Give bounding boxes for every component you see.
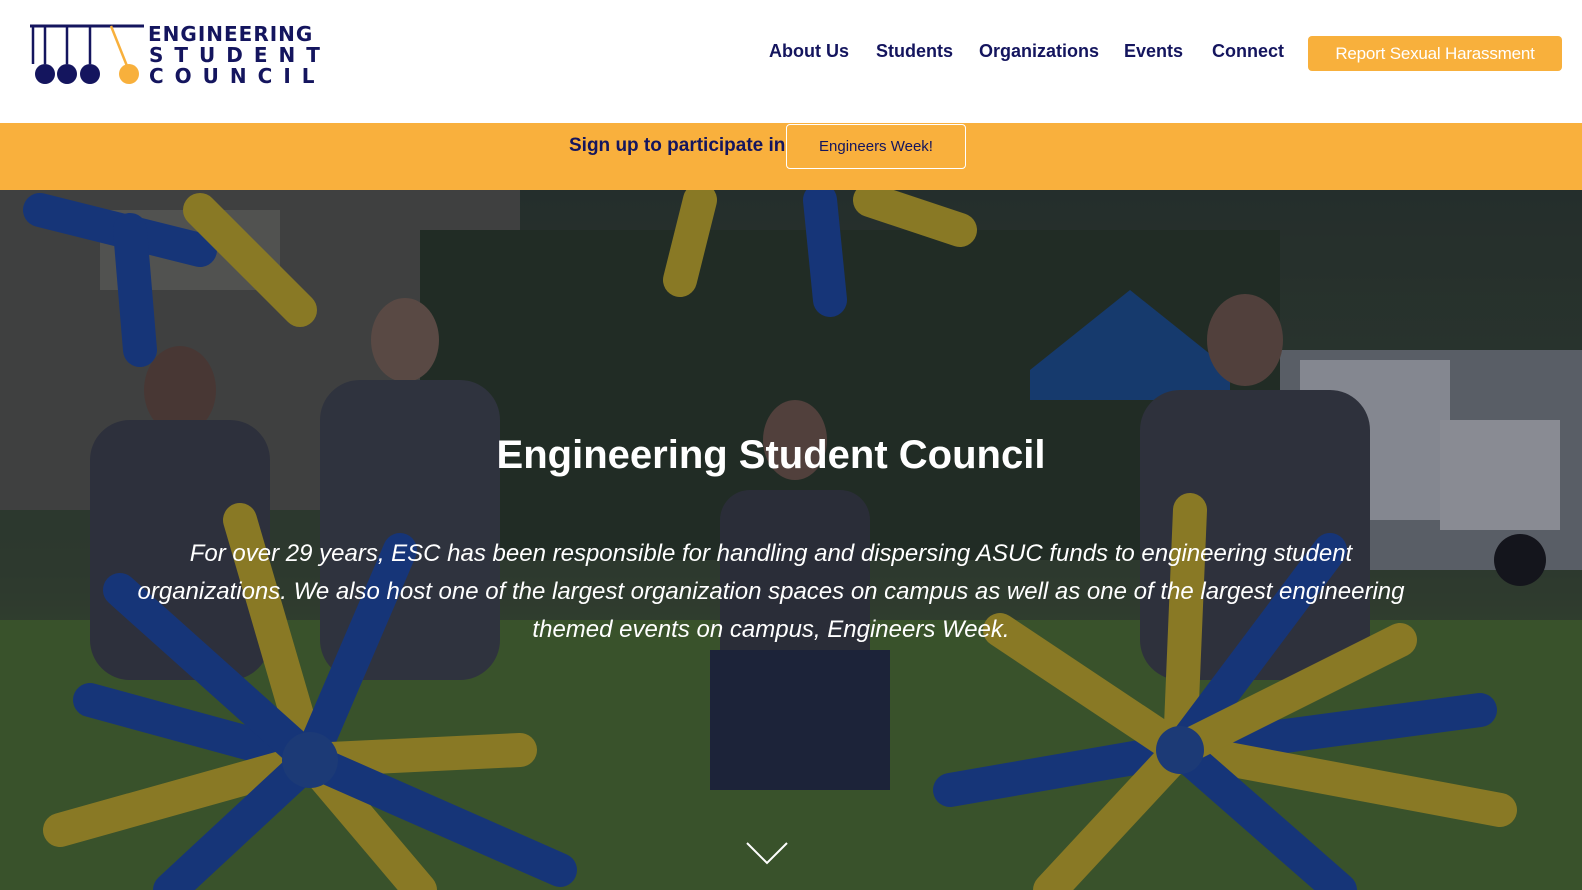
nav-connect[interactable]: Connect [1212, 41, 1284, 62]
chevron-down-icon[interactable] [745, 841, 789, 865]
banner-text: Sign up to participate in [569, 135, 786, 156]
nav-about-us[interactable]: About Us [769, 41, 849, 62]
logo-line-council: COUNCIL [149, 64, 326, 88]
hero-description: For over 29 years, ESC has been responsi… [137, 540, 1405, 643]
logo-wordmark: ENGINEERING STUDENT COUNCIL [148, 24, 331, 87]
pendulum-logo-icon [30, 24, 144, 84]
announcement-banner: Sign up to participate in Engineers Week… [0, 123, 1582, 190]
logo-line-student: STUDENT [149, 43, 331, 67]
esc-logo[interactable]: ENGINEERING STUDENT COUNCIL [30, 24, 320, 90]
nav-students[interactable]: Students [876, 41, 953, 62]
hero-section: Engineering Student Council For over 29 … [0, 190, 1582, 890]
logo-line-engineering: ENGINEERING [148, 22, 314, 46]
site-header: ENGINEERING STUDENT COUNCIL About Us Stu… [0, 0, 1582, 123]
hero-title: Engineering Student Council [496, 433, 1046, 477]
engineers-week-button[interactable]: Engineers Week! [786, 124, 966, 169]
nav-events[interactable]: Events [1124, 41, 1183, 62]
report-sexual-harassment-button[interactable]: Report Sexual Harassment [1308, 36, 1562, 71]
nav-organizations[interactable]: Organizations [979, 41, 1099, 62]
